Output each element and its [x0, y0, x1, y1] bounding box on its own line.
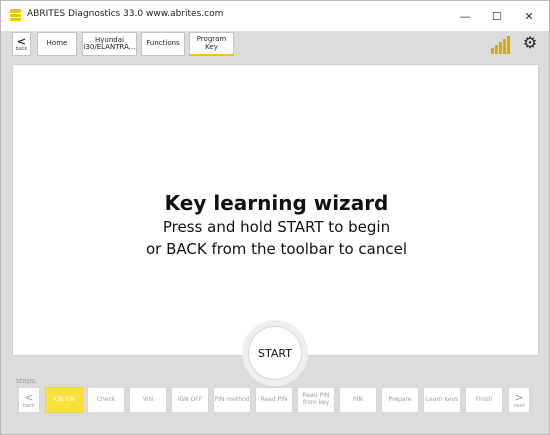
step-check[interactable]: Check	[87, 387, 125, 413]
wizard-instruction-line1: Press and hold START to begin	[162, 218, 391, 236]
step-learn-keys[interactable]: Learn keys	[423, 387, 461, 413]
title-bar: ABRITES Diagnostics 33.0 www.abrites.com…	[1, 1, 549, 31]
wizard-panel: Key learning wizard Press and hold START…	[12, 64, 539, 356]
back-label: back	[15, 45, 28, 52]
step-finish[interactable]: Finish	[465, 387, 503, 413]
steps-back-label: back	[23, 402, 35, 409]
chevron-left-icon: <	[24, 390, 34, 404]
start-button[interactable]: START	[248, 326, 302, 380]
step-pin-method[interactable]: PIN method	[213, 387, 251, 413]
steps-next-button[interactable]: > next	[508, 387, 530, 413]
breadcrumb-program-key[interactable]: Program Key	[189, 32, 234, 56]
breadcrumb-home[interactable]: Home	[37, 32, 77, 56]
steps-back-button[interactable]: < back	[18, 387, 40, 413]
breadcrumb-vehicle[interactable]: Hyundai i30/ELANTRA...	[82, 32, 137, 56]
signal-strength-icon	[491, 34, 513, 54]
step-ign-off[interactable]: IGN OFF	[171, 387, 209, 413]
step-read-pin[interactable]: Read PIN	[255, 387, 293, 413]
abrites-logo-icon	[10, 9, 21, 21]
toolbar-back-button[interactable]: < back	[12, 32, 31, 56]
maximize-button[interactable]: ☐	[482, 5, 512, 27]
steps-next-label: next	[513, 402, 525, 409]
step-read-pin-from-key[interactable]: Read PIN from key	[297, 387, 335, 413]
close-button[interactable]: ✕	[514, 5, 544, 27]
step-pin[interactable]: PIN	[339, 387, 377, 413]
breadcrumb-functions[interactable]: Functions	[141, 32, 185, 56]
step-vin[interactable]: VIN	[129, 387, 167, 413]
minimize-button[interactable]: —	[450, 5, 480, 27]
wizard-instruction-line2: or BACK from the toolbar to cancel	[145, 240, 407, 258]
window-title: ABRITES Diagnostics 33.0 www.abrites.com	[27, 9, 224, 19]
steps-label: steps:	[16, 377, 38, 385]
wizard-title: Key learning wizard	[164, 191, 389, 215]
gear-icon[interactable]: ⚙	[521, 34, 539, 52]
step-ign-on[interactable]: IGN ON	[45, 387, 83, 413]
chevron-right-icon: >	[514, 390, 524, 404]
step-prepare[interactable]: Prepare	[381, 387, 419, 413]
app-window: ABRITES Diagnostics 33.0 www.abrites.com…	[0, 0, 550, 435]
toolbar: < back Home Hyundai i30/ELANTRA... Funct…	[1, 31, 549, 58]
